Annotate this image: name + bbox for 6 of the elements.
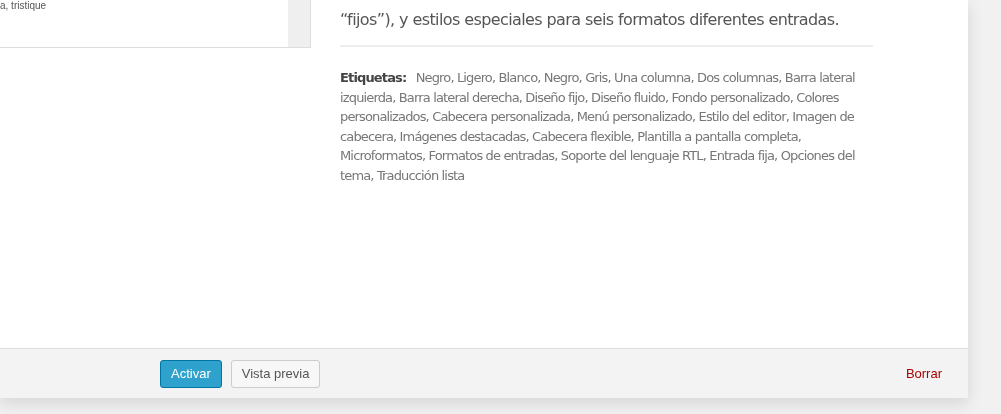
delete-link[interactable]: Borrar bbox=[905, 363, 942, 384]
theme-tags: Etiquetas: Negro, Ligero, Blanco, Negro, Gris, Una columna, Dos columnas, Barra lateral izquierda, Barra lateral derecha, Diseño fijo, Diseño fluido, Fondo personalizado, Colores personalizados, Cabecera personalizada, Menú personalizado, Estilo del editor, Imagen de cabecera, Imágenes destacadas, Cabecera flexible, Plantilla a pantalla completa, Microformatos, Formatos de entradas, Soporte del lenguaje RTL, Entrada fija, Opciones del tema, Traducción lista bbox=[340, 68, 873, 185]
preview-button[interactable]: Vista previa bbox=[230, 359, 321, 388]
screenshot-caption: a, tristique bbox=[0, 0, 48, 12]
scrollbar bbox=[288, 0, 310, 47]
description-text: “fijos”), y estilos especiales para seis formatos diferentes entradas. bbox=[340, 9, 841, 31]
